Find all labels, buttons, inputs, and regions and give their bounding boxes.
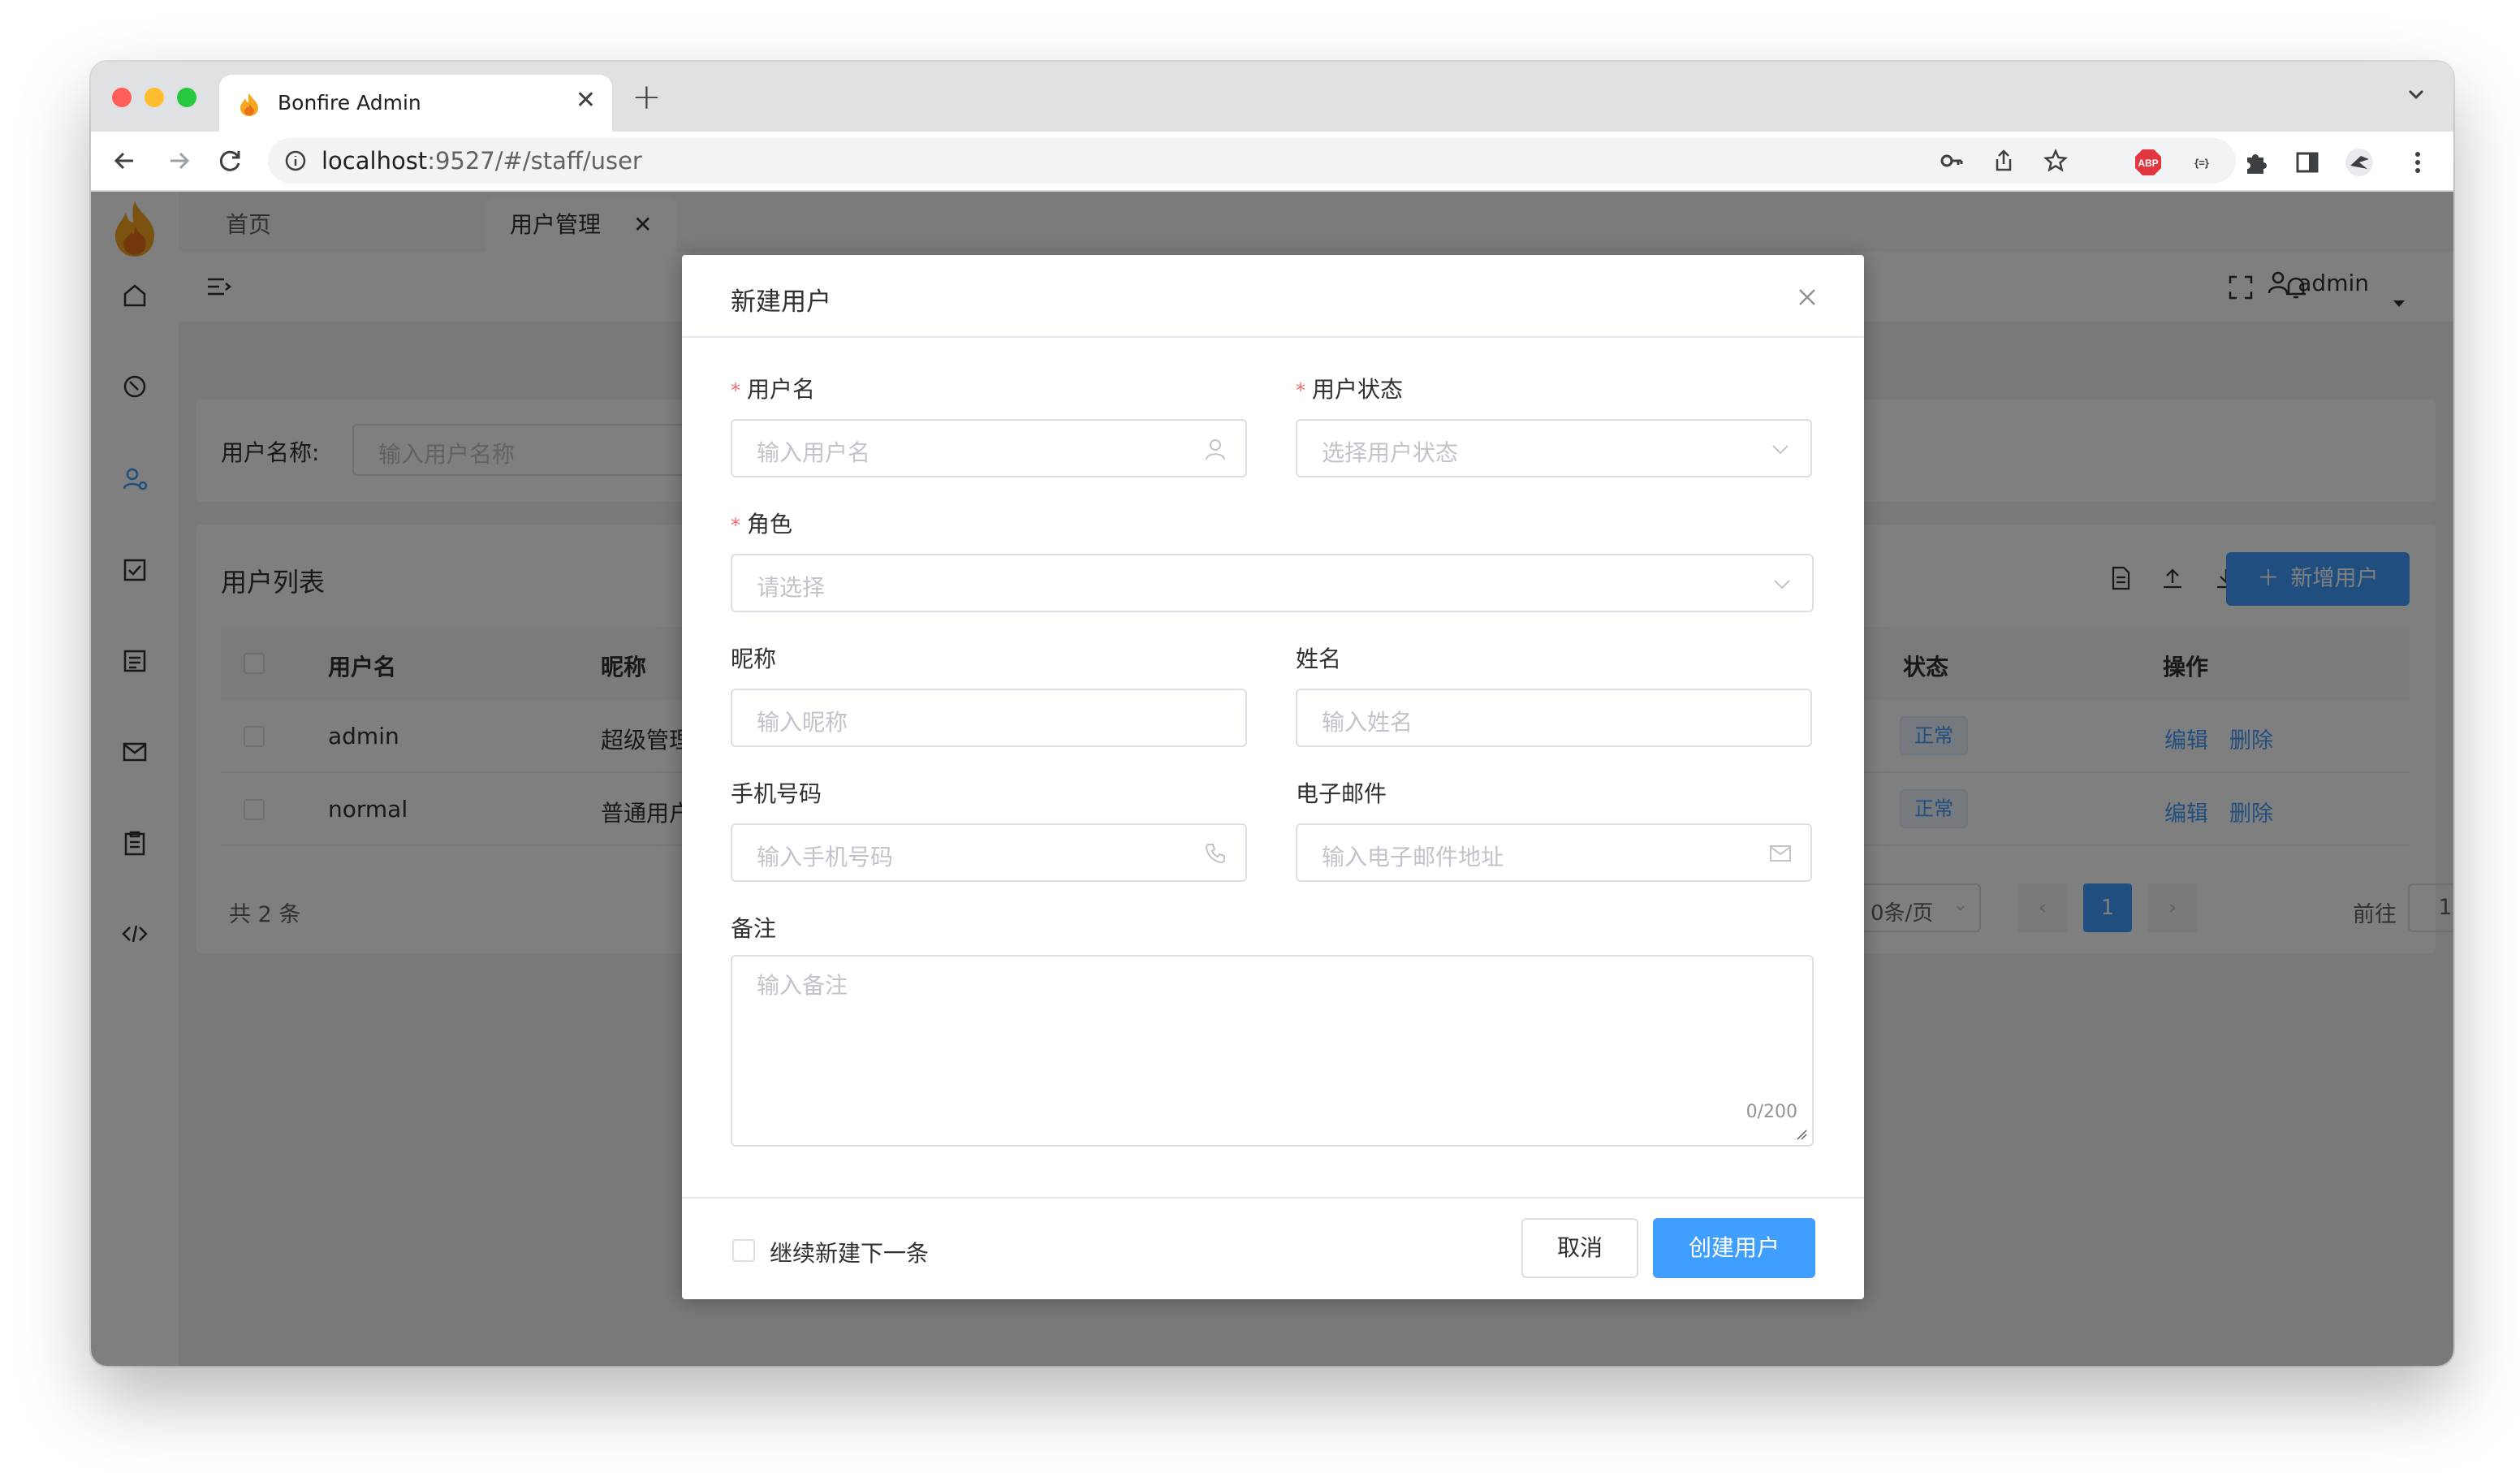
placeholder: 输入备注 (757, 972, 848, 999)
nickname-input[interactable]: 输入昵称 (731, 689, 1247, 747)
share-icon[interactable] (1991, 148, 2017, 174)
status-select[interactable]: 选择用户状态 (1296, 419, 1812, 477)
label-text: 用户名 (747, 376, 816, 403)
dialog-header: 新建用户 (682, 255, 1864, 338)
reload-icon[interactable] (216, 146, 245, 175)
svg-text:ABP: ABP (2138, 158, 2158, 169)
browser-toolbar: localhost:9527/#/staff/user ABP {=} (91, 132, 2453, 192)
phone-label: 手机号码 (731, 780, 822, 807)
placeholder: 输入昵称 (757, 709, 848, 736)
close-tab-icon[interactable]: ✕ (576, 86, 596, 114)
continue-create-checkbox[interactable] (732, 1239, 755, 1262)
svg-text:{=}: {=} (2194, 157, 2209, 169)
create-user-button[interactable]: 创建用户 (1653, 1218, 1815, 1278)
resize-handle-icon[interactable] (1796, 1129, 1807, 1140)
chevron-down-icon (1772, 445, 1789, 455)
minimize-window-button[interactable] (145, 88, 164, 107)
close-window-button[interactable] (112, 88, 132, 107)
char-counter: 0/200 (1745, 1102, 1797, 1122)
nickname-label: 昵称 (731, 646, 777, 672)
label-text: 用户状态 (1312, 376, 1404, 403)
json-viewer-icon[interactable]: {=} (2187, 148, 2216, 177)
adblock-icon[interactable]: ABP (2134, 148, 2163, 177)
user-icon (1206, 439, 1225, 460)
required-mark: * (731, 514, 740, 537)
back-arrow-icon[interactable] (110, 146, 140, 175)
create-user-dialog: 新建用户 * 用户名 输入用户名 * 用户状态 选择用户状态 * 角色 请选择 (682, 255, 1864, 1299)
phone-input[interactable]: 输入手机号码 (731, 823, 1247, 882)
browser-tab[interactable]: Bonfire Admin ✕ (219, 75, 612, 132)
chevron-down-icon (1774, 580, 1790, 590)
continue-create-label[interactable]: 继续新建下一条 (770, 1236, 929, 1268)
placeholder: 输入手机号码 (757, 844, 894, 870)
realname-label: 姓名 (1296, 646, 1342, 672)
fire-icon (240, 93, 258, 116)
cancel-button[interactable]: 取消 (1521, 1218, 1638, 1278)
label-text: 角色 (747, 511, 793, 538)
address-bar[interactable]: localhost:9527/#/staff/user (268, 138, 2236, 184)
star-icon[interactable] (2043, 148, 2069, 174)
chevron-down-icon[interactable] (2405, 83, 2427, 106)
info-icon[interactable] (284, 149, 307, 172)
role-label: * 角色 (731, 507, 792, 539)
side-panel-icon[interactable] (2293, 148, 2322, 177)
email-input[interactable]: 输入电子邮件地址 (1296, 823, 1812, 882)
puzzle-icon[interactable] (2241, 148, 2270, 177)
key-icon[interactable] (1939, 148, 1965, 174)
username-input[interactable]: 输入用户名 (731, 419, 1247, 477)
browser-tabstrip: Bonfire Admin ✕ + (91, 62, 2453, 132)
close-icon[interactable] (1797, 287, 1817, 307)
realname-input[interactable]: 输入姓名 (1296, 689, 1812, 747)
forward-arrow-icon[interactable] (164, 146, 193, 175)
dialog-title: 新建用户 (731, 287, 831, 317)
placeholder: 输入姓名 (1322, 709, 1413, 736)
placeholder: 输入电子邮件地址 (1322, 844, 1504, 870)
dialog-footer: 继续新建下一条 取消 创建用户 (682, 1197, 1864, 1299)
remark-textarea[interactable]: 输入备注 0/200 (731, 955, 1814, 1147)
remark-label: 备注 (731, 915, 777, 942)
role-select[interactable]: 请选择 (731, 554, 1814, 612)
browser-tab-title: Bonfire Admin (278, 91, 421, 114)
username-label: * 用户名 (731, 372, 815, 404)
maximize-window-button[interactable] (177, 88, 196, 107)
url-text: localhost:9527/#/staff/user (321, 147, 642, 175)
mail-icon (1770, 845, 1791, 862)
browser-window: Bonfire Admin ✕ + localhost:9527/#/staff… (91, 62, 2453, 1366)
placeholder: 输入用户名 (757, 439, 871, 466)
profile-avatar-icon[interactable] (2345, 148, 2374, 177)
required-mark: * (731, 379, 740, 402)
placeholder: 请选择 (757, 574, 826, 601)
new-tab-icon[interactable]: + (632, 76, 662, 118)
more-menu-icon[interactable] (2403, 148, 2432, 177)
status-label: * 用户状态 (1296, 372, 1403, 404)
required-mark: * (1296, 379, 1305, 402)
placeholder: 选择用户状态 (1322, 439, 1459, 466)
phone-icon (1205, 844, 1225, 864)
email-label: 电子邮件 (1296, 780, 1387, 807)
